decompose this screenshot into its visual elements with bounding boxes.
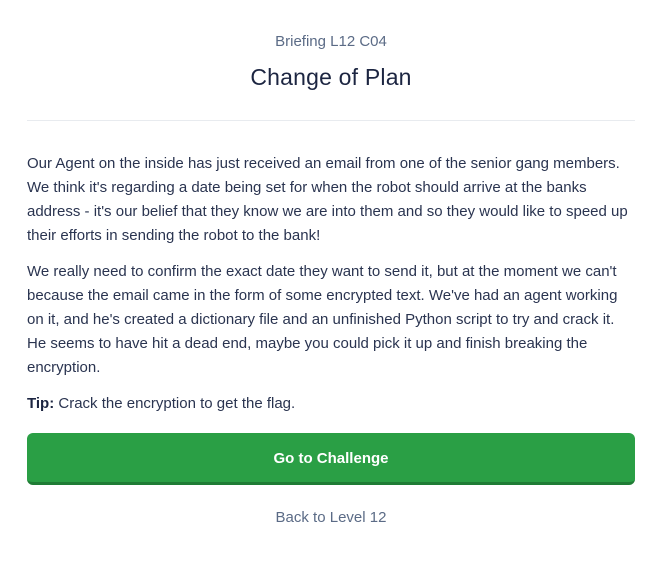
back-to-level-link[interactable]: Back to Level 12: [27, 509, 635, 526]
tip-line: Tip: Crack the encryption to get the fla…: [27, 392, 635, 416]
briefing-body: Our Agent on the inside has just receive…: [27, 152, 635, 416]
header-divider: [27, 120, 635, 121]
tip-text: Crack the encryption to get the flag.: [58, 395, 296, 412]
tip-label: Tip:: [27, 395, 55, 412]
briefing-card: Briefing L12 C04 Change of Plan Our Agen…: [0, 0, 657, 563]
go-to-challenge-button[interactable]: Go to Challenge: [27, 433, 635, 485]
briefing-code: Briefing L12 C04: [275, 33, 387, 50]
briefing-paragraph-2: We really need to confirm the exact date…: [27, 263, 618, 376]
page-title: Change of Plan: [250, 64, 412, 90]
briefing-paragraph-1: Our Agent on the inside has just receive…: [27, 155, 628, 244]
briefing-header: Briefing L12 C04 Change of Plan: [27, 0, 635, 91]
